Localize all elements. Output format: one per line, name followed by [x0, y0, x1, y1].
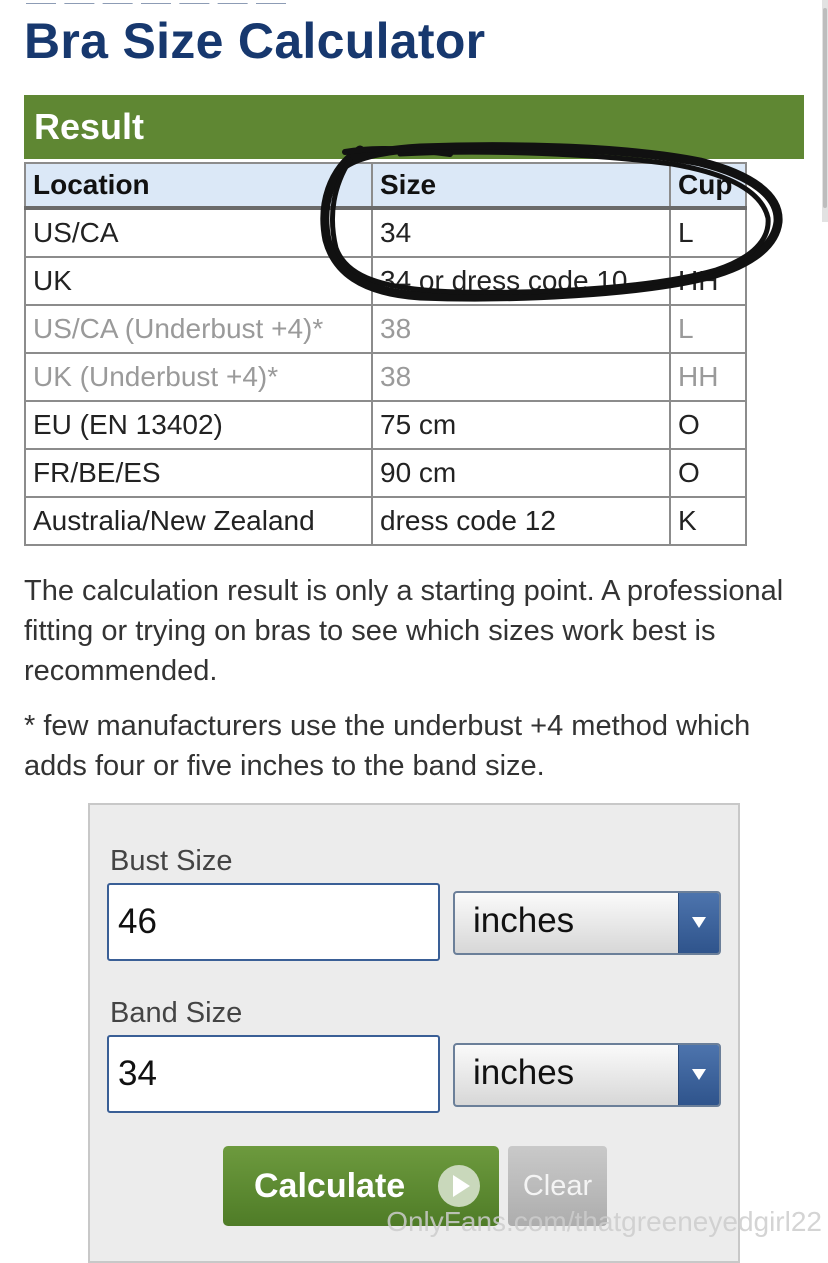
cell-cup: L	[669, 304, 747, 354]
column-header-size: Size	[371, 162, 671, 210]
bust-unit-value: inches	[473, 901, 575, 940]
band-size-input[interactable]	[107, 1035, 440, 1113]
cell-location: FR/BE/ES	[24, 448, 373, 498]
calculate-button-label: Calculate	[254, 1166, 406, 1205]
triangle-down-icon	[692, 1069, 706, 1080]
band-size-label: Band Size	[110, 997, 243, 1029]
cell-size: 38	[371, 304, 671, 354]
triangle-down-icon	[692, 917, 706, 928]
cell-size: 34 or dress code 10	[371, 256, 671, 306]
play-circle-icon	[438, 1165, 480, 1207]
cell-size: dress code 12	[371, 496, 671, 546]
select-arrow-button[interactable]	[678, 1045, 719, 1105]
table-row: UK (Underbust +4)* 38 HH	[24, 352, 747, 402]
cell-cup: K	[669, 496, 747, 546]
page-header-cutoff: — — — — — — —	[26, 0, 406, 4]
calculator-form: Bust Size inches Band Size inches Calcul…	[88, 803, 740, 1263]
cell-location: UK (Underbust +4)*	[24, 352, 373, 402]
cell-size: 38	[371, 352, 671, 402]
cell-location: US/CA (Underbust +4)*	[24, 304, 373, 354]
cell-cup: HH	[669, 352, 747, 402]
band-unit-select[interactable]: inches	[453, 1043, 721, 1107]
table-row: EU (EN 13402) 75 cm O	[24, 400, 747, 450]
scrollbar-thumb[interactable]	[823, 8, 827, 208]
band-unit-value: inches	[473, 1053, 575, 1092]
cell-location: UK	[24, 256, 373, 306]
cell-cup: L	[669, 207, 747, 258]
starting-point-note: The calculation result is only a startin…	[24, 575, 784, 687]
result-header: Result	[24, 95, 804, 159]
cell-location: EU (EN 13402)	[24, 400, 373, 450]
cell-size: 90 cm	[371, 448, 671, 498]
table-row: Australia/New Zealand dress code 12 K	[24, 496, 747, 546]
scrollbar[interactable]	[822, 0, 828, 222]
select-arrow-button[interactable]	[678, 893, 719, 953]
cell-cup: O	[669, 400, 747, 450]
result-table: Location Size Cup US/CA 34 L UK 34 or dr…	[24, 162, 747, 546]
table-row: FR/BE/ES 90 cm O	[24, 448, 747, 498]
cell-location: Australia/New Zealand	[24, 496, 373, 546]
table-row: UK 34 or dress code 10 HH	[24, 256, 747, 306]
bust-unit-select[interactable]: inches	[453, 891, 721, 955]
column-header-cup: Cup	[669, 162, 747, 210]
cell-cup: HH	[669, 256, 747, 306]
cell-size: 34	[371, 207, 671, 258]
cell-location: US/CA	[24, 207, 373, 258]
table-row: US/CA 34 L	[24, 207, 747, 258]
bust-size-label: Bust Size	[110, 845, 233, 877]
underbust-note: * few manufacturers use the underbust +4…	[24, 710, 751, 782]
table-header-row: Location Size Cup	[24, 162, 747, 210]
column-header-location: Location	[24, 162, 373, 210]
page-title: Bra Size Calculator	[24, 13, 486, 69]
cell-cup: O	[669, 448, 747, 498]
cell-size: 75 cm	[371, 400, 671, 450]
table-row: US/CA (Underbust +4)* 38 L	[24, 304, 747, 354]
bust-size-input[interactable]	[107, 883, 440, 961]
watermark-text: OnlyFans.com/thatgreeneyedgirl22	[386, 1206, 822, 1237]
